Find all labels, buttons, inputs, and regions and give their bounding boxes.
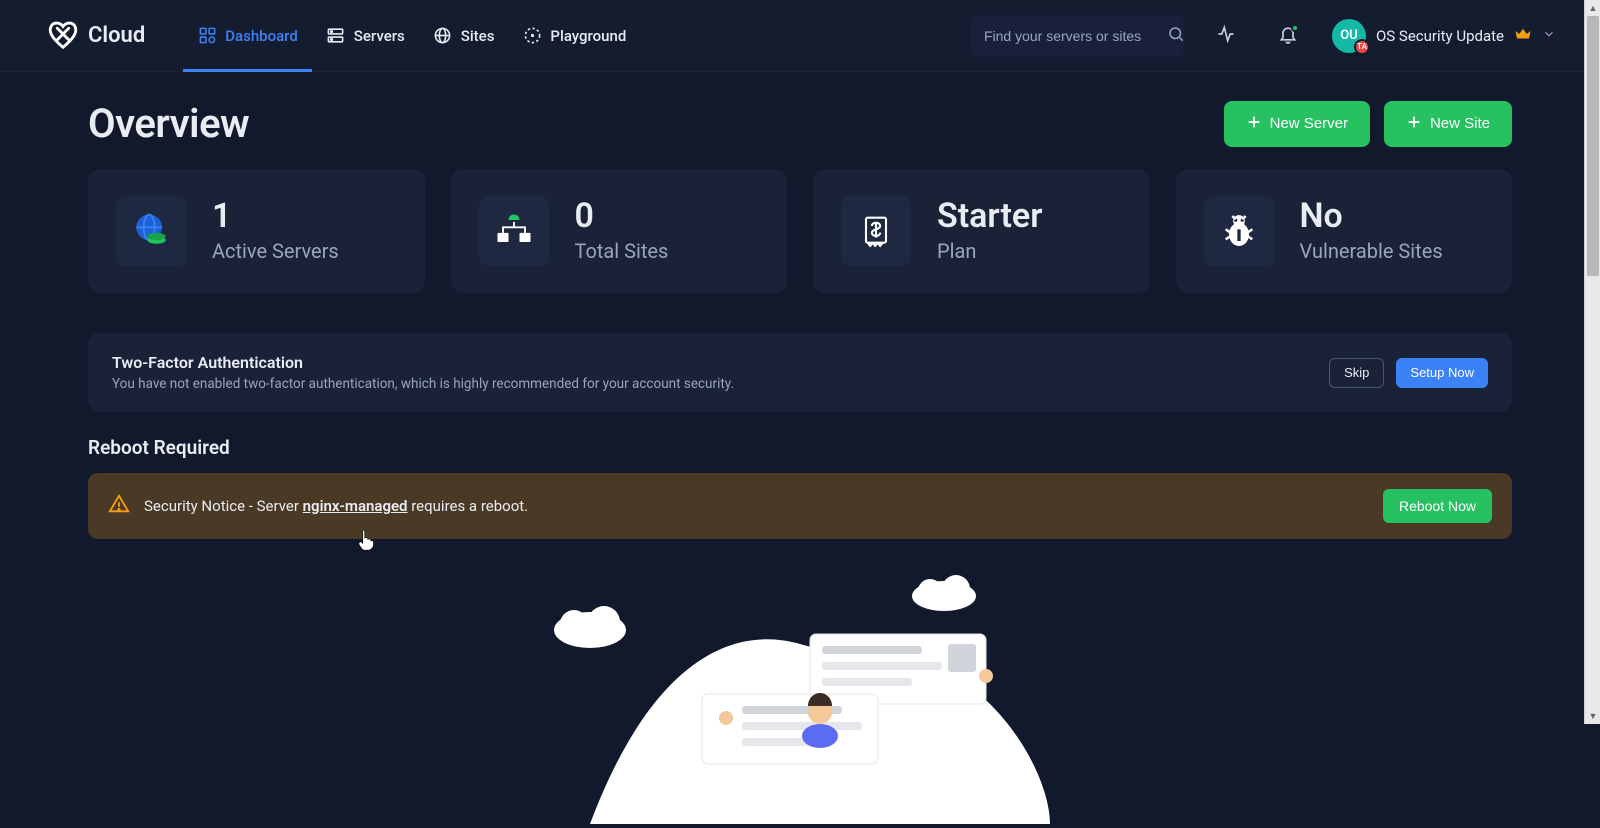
search-icon: [1167, 25, 1185, 47]
activity-icon: [1216, 24, 1236, 48]
tfa-title: Two-Factor Authentication: [112, 353, 734, 372]
cursor-pointer-icon: [357, 528, 375, 550]
vulnerable-value: No: [1300, 199, 1443, 233]
page-title: Overview: [88, 100, 249, 147]
nav-servers[interactable]: Servers: [312, 0, 419, 71]
stat-vulnerable-sites[interactable]: No Vulnerable Sites: [1176, 169, 1513, 293]
new-server-label: New Server: [1270, 115, 1348, 132]
heart-logo-icon: [44, 15, 82, 57]
tfa-description: You have not enabled two-factor authenti…: [112, 376, 734, 392]
tfa-setup-button[interactable]: Setup Now: [1396, 358, 1488, 388]
avatar: OU TA: [1332, 19, 1366, 53]
activity-button[interactable]: [1206, 16, 1246, 56]
stat-plan[interactable]: Starter Plan: [813, 169, 1150, 293]
two-factor-notice: Two-Factor Authentication You have not e…: [88, 333, 1512, 412]
nav-sites[interactable]: Sites: [419, 0, 509, 71]
active-servers-label: Active Servers: [212, 239, 339, 263]
scroll-down-icon[interactable]: ▼: [1585, 708, 1600, 724]
servers-icon: [326, 26, 346, 46]
tfa-skip-button[interactable]: Skip: [1329, 358, 1384, 388]
notification-dot: [1291, 24, 1299, 32]
plan-label: Plan: [937, 239, 1042, 263]
new-server-button[interactable]: New Server: [1224, 101, 1370, 147]
bug-icon: [1204, 196, 1274, 266]
active-servers-value: 1: [212, 199, 339, 233]
stat-active-servers[interactable]: 1 Active Servers: [88, 169, 425, 293]
nav-playground-label: Playground: [550, 27, 626, 45]
empty-illustration: [530, 564, 1070, 774]
reboot-text: Security Notice - Server nginx-managed r…: [144, 497, 1369, 515]
plan-icon: [841, 196, 911, 266]
globe-icon: [433, 26, 453, 46]
stats-row: 1 Active Servers 0 Total Sites: [88, 169, 1512, 293]
new-site-button[interactable]: New Site: [1384, 101, 1512, 147]
main-nav: Dashboard Servers Sites: [183, 0, 640, 71]
nav-dashboard-label: Dashboard: [225, 27, 298, 45]
vulnerable-label: Vulnerable Sites: [1300, 239, 1443, 263]
avatar-badge: TA: [1354, 39, 1370, 55]
reboot-prefix: Security Notice - Server: [144, 497, 303, 515]
title-row: Overview New Server New Site: [88, 100, 1512, 147]
stat-total-sites[interactable]: 0 Total Sites: [451, 169, 788, 293]
brand-text: Cloud: [88, 23, 145, 48]
plus-icon: [1406, 114, 1422, 134]
crown-icon: [1514, 25, 1532, 47]
search-input[interactable]: [982, 27, 1167, 45]
reboot-suffix: requires a reboot.: [408, 497, 529, 515]
search-box[interactable]: [970, 15, 1184, 57]
nav-playground[interactable]: Playground: [508, 0, 640, 71]
notifications-button[interactable]: [1268, 16, 1308, 56]
scrollbar[interactable]: ▲ ▼: [1584, 0, 1600, 724]
scrollbar-thumb[interactable]: [1587, 16, 1599, 276]
total-sites-value: 0: [575, 199, 669, 233]
total-sites-label: Total Sites: [575, 239, 669, 263]
nav-dashboard[interactable]: Dashboard: [183, 0, 312, 71]
nav-sites-label: Sites: [461, 27, 495, 45]
user-menu[interactable]: OU TA OS Security Update: [1332, 19, 1556, 53]
total-sites-icon: [479, 196, 549, 266]
user-name: OS Security Update: [1376, 27, 1504, 45]
chevron-down-icon: [1542, 26, 1556, 45]
playground-icon: [522, 26, 542, 46]
plus-icon: [1246, 114, 1262, 134]
reboot-heading: Reboot Required: [88, 436, 1512, 459]
main-content: Overview New Server New Site: [0, 72, 1600, 567]
tfa-actions: Skip Setup Now: [1329, 358, 1488, 388]
dashboard-icon: [197, 26, 217, 46]
reboot-server-link[interactable]: nginx-managed: [303, 497, 408, 515]
scroll-up-icon[interactable]: ▲: [1585, 0, 1600, 16]
nav-servers-label: Servers: [354, 27, 405, 45]
header: Cloud Dashboard Servers: [0, 0, 1600, 72]
plan-value: Starter: [937, 199, 1042, 233]
logo[interactable]: Cloud: [44, 15, 145, 57]
new-site-label: New Site: [1430, 115, 1490, 132]
page-actions: New Server New Site: [1224, 101, 1512, 147]
reboot-now-button[interactable]: Reboot Now: [1383, 489, 1492, 523]
warning-icon: [108, 493, 130, 519]
reboot-notice: Security Notice - Server nginx-managed r…: [88, 473, 1512, 539]
active-servers-icon: [116, 196, 186, 266]
